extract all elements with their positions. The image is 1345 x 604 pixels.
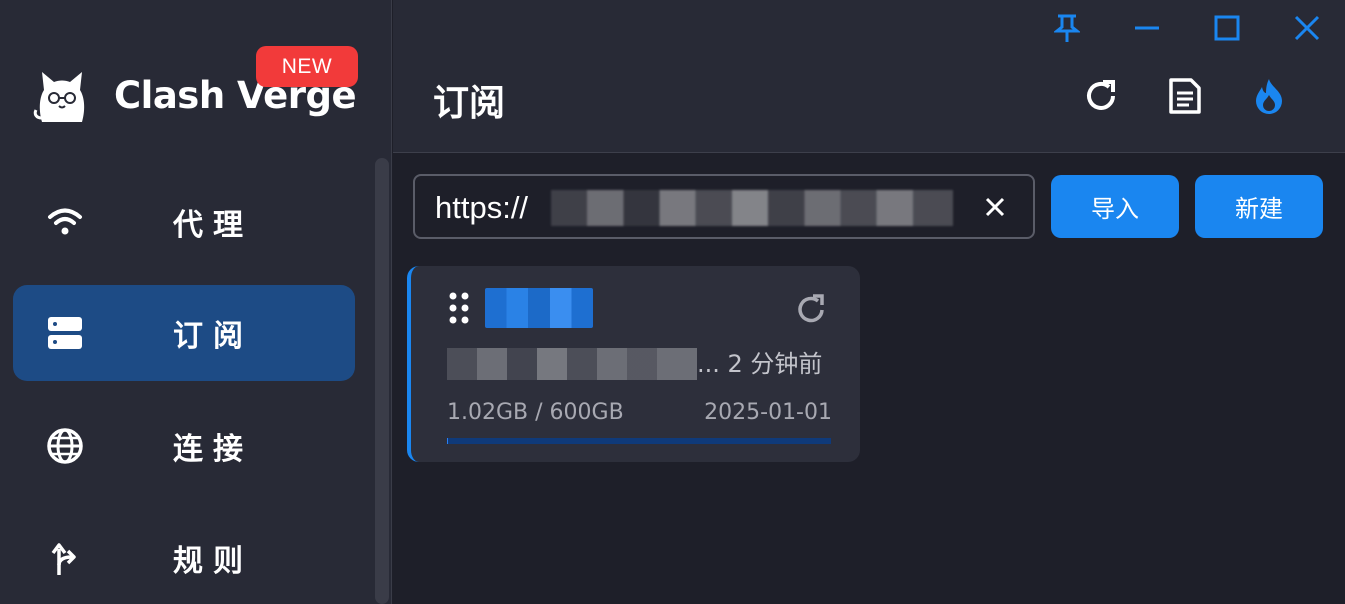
new-badge: NEW (256, 46, 358, 87)
sidebar-item-label: 规则 (173, 544, 253, 579)
import-button[interactable]: 导入 (1051, 175, 1179, 238)
drag-handle-icon[interactable] (447, 291, 473, 325)
profile-usage: 1.02GB / 600GB (447, 400, 624, 425)
sidebar-item-rules[interactable]: 规则 (13, 510, 355, 604)
usage-progress-fill (447, 438, 448, 444)
log-icon[interactable] (1163, 74, 1207, 118)
sidebar: Clash Verge NEW 代理 订阅 连接 规则 (0, 0, 392, 604)
profile-expire: 2025-01-01 (704, 400, 832, 425)
sidebar-item-label: 订阅 (173, 319, 253, 354)
refresh-icon[interactable] (1079, 74, 1123, 118)
maximize-icon[interactable] (1209, 10, 1245, 46)
sidebar-item-connections[interactable]: 连接 (13, 398, 355, 494)
url-input-value: https:// (435, 190, 529, 225)
usage-progress-bar (447, 438, 831, 444)
fire-icon[interactable] (1247, 74, 1291, 118)
redacted-description (447, 348, 697, 380)
new-button[interactable]: 新建 (1195, 175, 1323, 238)
fork-icon (43, 536, 87, 580)
wifi-icon (43, 200, 87, 244)
close-icon[interactable] (1289, 10, 1325, 46)
pin-icon[interactable] (1049, 10, 1085, 46)
redacted-profile-name (485, 288, 593, 328)
globe-icon (43, 424, 87, 468)
redacted-url (551, 190, 953, 226)
page-title: 订阅 (433, 83, 506, 124)
sidebar-item-label: 代理 (173, 208, 253, 243)
sidebar-item-label: 连接 (173, 432, 253, 467)
sidebar-item-proxy[interactable]: 代理 (13, 174, 355, 270)
profile-updated: ... 2 分钟前 (697, 350, 823, 378)
cat-logo-icon (33, 72, 85, 122)
sidebar-scrollbar[interactable] (375, 158, 389, 604)
refresh-icon[interactable] (791, 290, 831, 330)
clear-icon[interactable] (978, 190, 1012, 224)
subscription-url-input[interactable]: https:// (413, 174, 1035, 239)
minimize-icon[interactable] (1129, 10, 1165, 46)
server-icon (43, 311, 87, 355)
profile-card[interactable]: ... 2 分钟前 1.02GB / 600GB 2025-01-01 (407, 266, 860, 462)
sidebar-item-profiles[interactable]: 订阅 (13, 285, 355, 381)
header: 订阅 (393, 0, 1345, 153)
